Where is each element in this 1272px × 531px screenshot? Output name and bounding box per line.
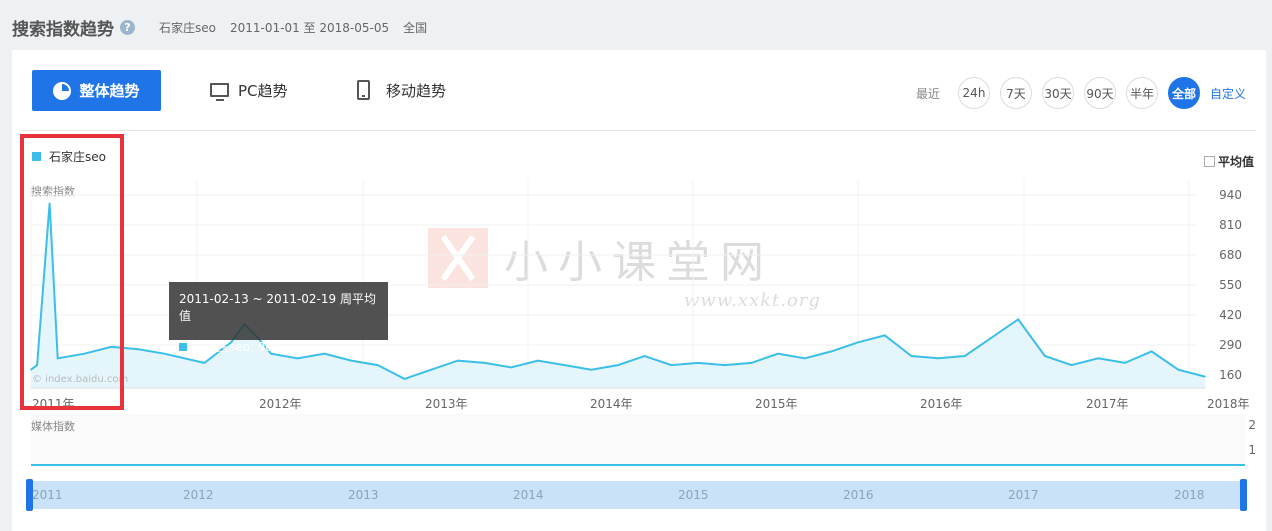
series-point	[590, 368, 593, 371]
series-point	[884, 334, 886, 337]
series-point	[697, 362, 699, 364]
trend-card: 整体趋势 PC趋势 移动趋势 最近 24h 7天 30天 90天 半年 全部 自…	[12, 50, 1266, 531]
navigator-year: 2014	[513, 488, 544, 502]
series-point	[1204, 375, 1206, 378]
series-point	[830, 350, 833, 353]
y-tick-label: 680	[1219, 248, 1242, 262]
series-point	[723, 364, 726, 366]
navigator-right-handle[interactable]	[1240, 479, 1247, 511]
series-point	[1044, 355, 1046, 357]
media-tick-label: 2	[1248, 418, 1256, 432]
series-point	[297, 357, 299, 360]
navigator-year: 2015	[678, 488, 709, 502]
x-tick-label: 2015年	[755, 397, 798, 411]
page-header: 搜索指数趋势 ? 石家庄seo 2011-01-01 至 2018-05-05 …	[12, 12, 427, 42]
series-point	[563, 364, 566, 366]
series-point	[136, 348, 139, 350]
series-point	[510, 366, 512, 369]
tooltip-value: 908	[258, 339, 280, 354]
series-point	[803, 357, 806, 360]
series-point	[203, 362, 206, 364]
question-mark-icon[interactable]: ?	[120, 19, 135, 35]
tooltip-title: 2011-02-13 ~ 2011-02-19 周平均值	[179, 292, 376, 323]
series-point	[377, 364, 379, 366]
navigator-year: 2013	[348, 488, 379, 502]
series-point	[1150, 350, 1153, 353]
x-tick-label: 2012年	[259, 397, 302, 411]
series-point	[964, 355, 966, 357]
y-tick-label: 810	[1219, 218, 1242, 232]
series-point	[1070, 364, 1073, 366]
series-point	[1124, 362, 1126, 364]
series-point	[403, 378, 406, 380]
x-tick-label: 2016年	[920, 397, 963, 411]
y-tick-label: 940	[1219, 188, 1242, 202]
series-point	[483, 362, 486, 364]
navigator-year: 2012	[183, 488, 214, 502]
x-tick-label: 2018年	[1207, 397, 1250, 411]
date-range-label: 2011-01-01 至 2018-05-05	[229, 20, 390, 35]
media-index-title: 媒体指数	[31, 420, 75, 433]
y-tick-label: 420	[1219, 308, 1242, 322]
chart-tooltip: 2011-02-13 ~ 2011-02-19 周平均值 石家庄seo : 90…	[169, 282, 388, 354]
y-tick-label: 550	[1219, 278, 1242, 292]
page-title: 搜索指数趋势	[12, 19, 114, 40]
series-point	[857, 341, 859, 344]
series-point	[937, 357, 939, 360]
navigator-year: 2017	[1008, 488, 1039, 502]
series-point	[537, 359, 539, 362]
series-point	[1097, 357, 1099, 360]
navigator-year: 2018	[1174, 488, 1205, 502]
highlight-annotation-box	[20, 134, 124, 410]
x-tick-label: 2013年	[425, 397, 468, 411]
series-point	[457, 359, 459, 362]
keyword-label: 石家庄seo	[159, 20, 216, 35]
series-point	[777, 352, 779, 355]
tooltip-series: 石家庄seo	[193, 340, 250, 354]
x-tick-label: 2014年	[590, 397, 633, 411]
series-point	[670, 364, 673, 366]
tooltip-separator: :	[249, 339, 255, 354]
y-tick-label: 290	[1219, 338, 1242, 352]
series-point	[430, 368, 433, 371]
media-panel	[31, 414, 1245, 466]
series-point	[1177, 368, 1180, 371]
series-point	[617, 364, 619, 366]
series-point	[643, 355, 646, 357]
series-point	[1017, 318, 1019, 321]
navigator-year: 2016	[843, 488, 874, 502]
media-tick-label: 1	[1248, 443, 1256, 457]
tooltip-swatch	[179, 342, 187, 351]
series-point	[910, 355, 913, 357]
x-tick-label: 2017年	[1086, 397, 1129, 411]
region-label: 全国	[403, 20, 428, 35]
y-tick-label: 160	[1219, 368, 1242, 382]
series-point	[990, 336, 993, 339]
navigator-year: 2011	[32, 488, 63, 502]
series-point	[163, 352, 166, 355]
series-point	[750, 362, 753, 364]
series-point	[350, 359, 353, 362]
